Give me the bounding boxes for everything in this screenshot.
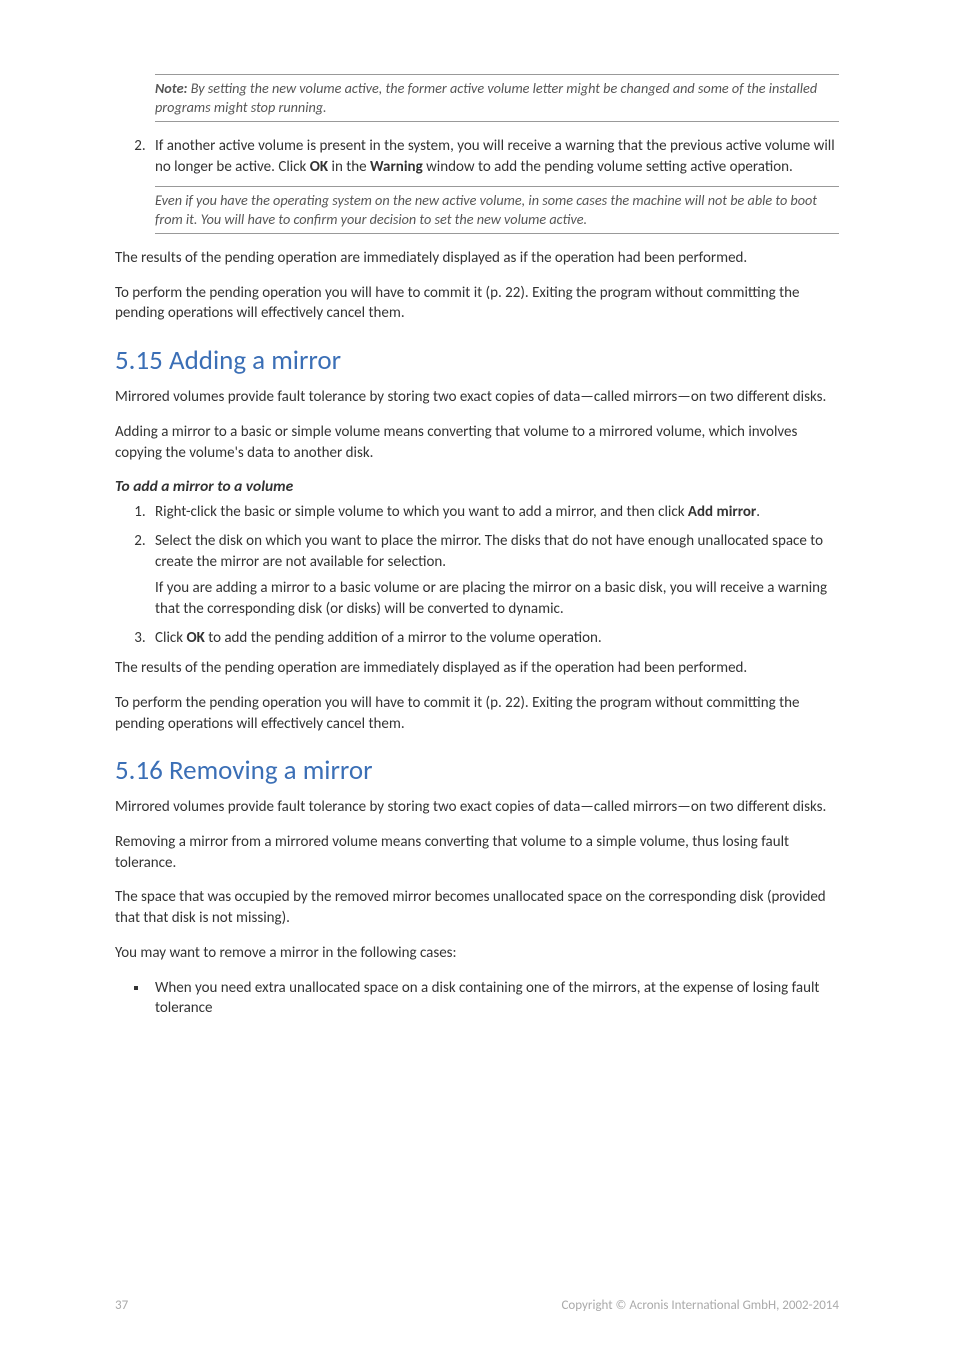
sec515-li3-a: Click	[155, 629, 186, 647]
page-number: 37	[115, 1298, 128, 1313]
sec515-p2: Adding a mirror to a basic or simple vol…	[115, 422, 839, 463]
sec516-p4: You may want to remove a mirror in the f…	[115, 943, 839, 964]
note-label: Note:	[155, 79, 187, 97]
li2-warning: Warning	[370, 158, 423, 176]
sec515-li2-sub: If you are adding a mirror to a basic vo…	[155, 578, 839, 619]
li2-text-c: window to add the pending volume setting…	[423, 158, 793, 176]
sec515-li3-b: to add the pending addition of a mirror …	[205, 629, 602, 647]
sec515-li3: Click OK to add the pending addition of …	[149, 628, 839, 649]
heading-5-16: 5.16 Removing a mirror	[115, 754, 839, 787]
sec516-p3: The space that was occupied by the remov…	[115, 887, 839, 928]
sec516-p2: Removing a mirror from a mirrored volume…	[115, 832, 839, 873]
copyright-text: Copyright © Acronis International GmbH, …	[561, 1298, 839, 1313]
li2-text-b: in the	[328, 158, 370, 176]
para-perform-2: To perform the pending operation you wil…	[115, 693, 839, 734]
sec516-bullets: When you need extra unallocated space on…	[115, 978, 839, 1019]
top-list: If another active volume is present in t…	[115, 136, 839, 234]
note-text: By setting the new volume active, the fo…	[155, 79, 817, 116]
sec515-li2-a: Select the disk on which you want to pla…	[155, 532, 823, 571]
para-results-1: The results of the pending operation are…	[115, 248, 839, 269]
sec515-li1: Right-click the basic or simple volume t…	[149, 502, 839, 523]
sec515-li1-a: Right-click the basic or simple volume t…	[155, 503, 688, 521]
sec516-b1: When you need extra unallocated space on…	[149, 978, 839, 1019]
note-block-active-volume: Note: By setting the new volume active, …	[155, 74, 839, 122]
sec515-li3-ok: OK	[186, 629, 204, 647]
sec515-li2: Select the disk on which you want to pla…	[149, 531, 839, 620]
sec515-li1-add: Add mirror	[688, 503, 756, 521]
page-footer: 37 Copyright © Acronis International Gmb…	[115, 1298, 839, 1313]
para-perform-1: To perform the pending operation you wil…	[115, 283, 839, 324]
sec515-li1-b: .	[756, 503, 760, 521]
sec515-p1: Mirrored volumes provide fault tolerance…	[115, 387, 839, 408]
para-results-2: The results of the pending operation are…	[115, 658, 839, 679]
sec516-p1: Mirrored volumes provide fault tolerance…	[115, 797, 839, 818]
li2-note-text: Even if you have the operating system on…	[155, 191, 817, 228]
heading-5-15: 5.15 Adding a mirror	[115, 344, 839, 377]
sec515-subhead: To add a mirror to a volume	[115, 477, 839, 496]
note-block-boot: Even if you have the operating system on…	[155, 186, 839, 234]
list-item-2: If another active volume is present in t…	[149, 136, 839, 234]
sec515-list: Right-click the basic or simple volume t…	[115, 502, 839, 648]
li2-ok: OK	[310, 158, 328, 176]
